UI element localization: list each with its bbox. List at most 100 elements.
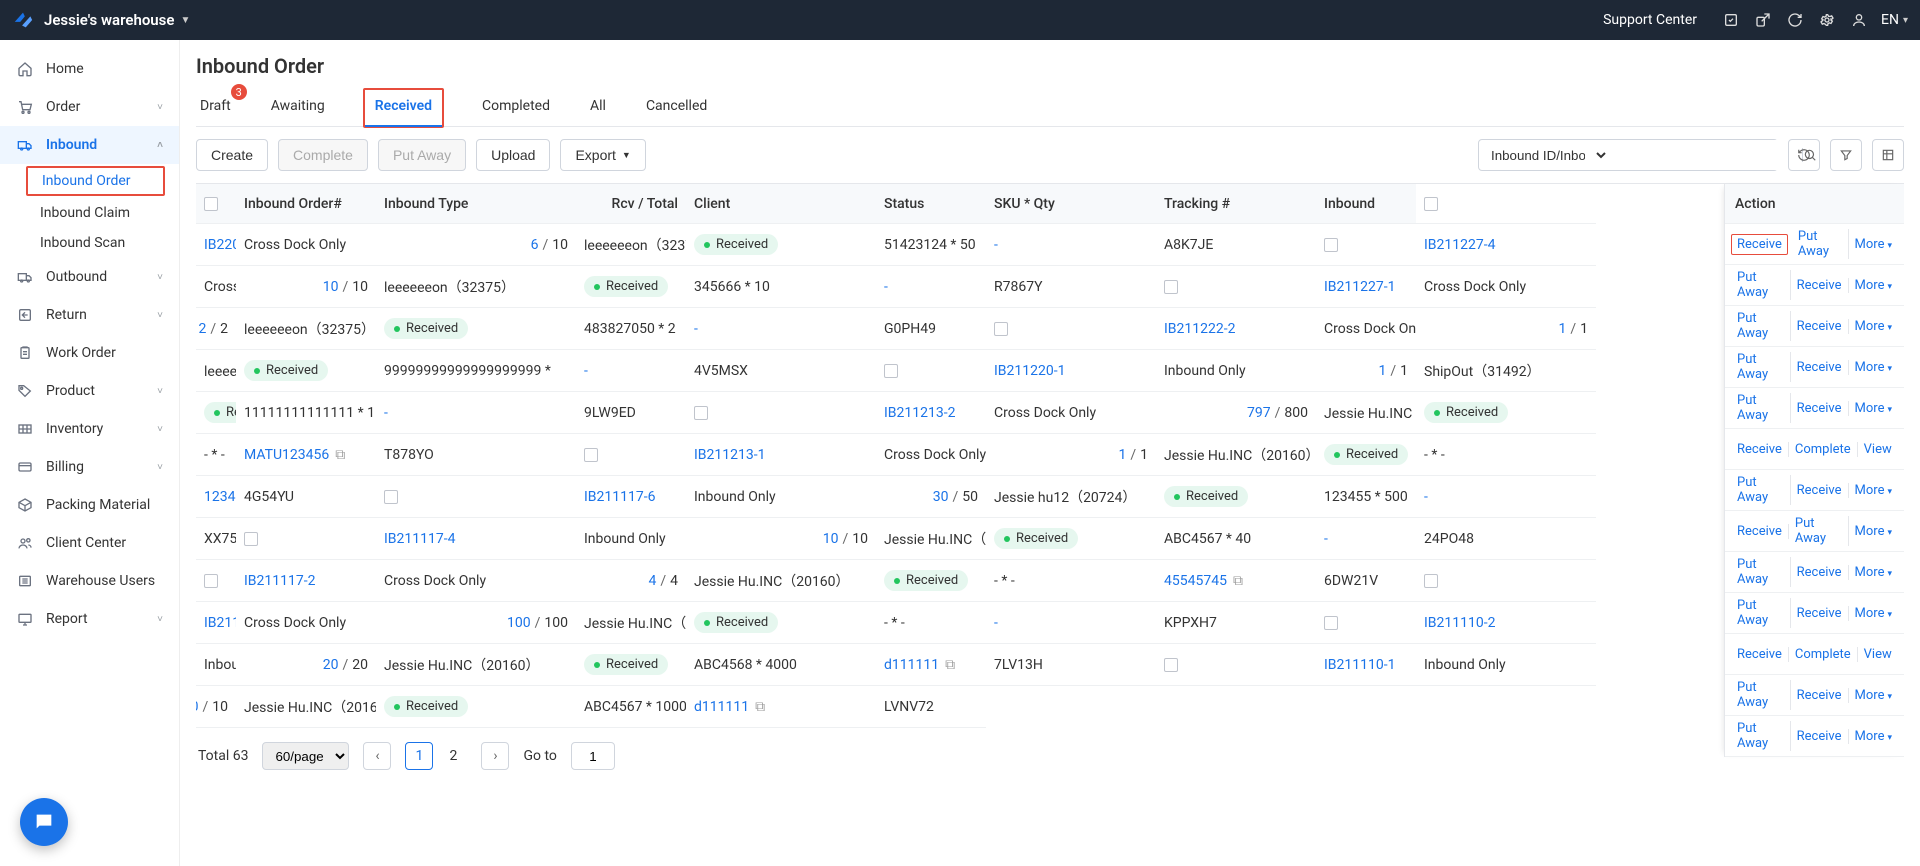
tab-all[interactable]: All — [588, 88, 608, 126]
action-receive[interactable]: Receive — [1731, 647, 1789, 662]
tab-cancelled[interactable]: Cancelled — [644, 88, 709, 126]
action-more[interactable]: More▾ — [1849, 237, 1898, 252]
page-size-select[interactable]: 60/page — [262, 742, 349, 770]
action-receive[interactable]: Receive — [1791, 483, 1849, 498]
inbound-id-link[interactable]: IB211213-2 — [884, 405, 955, 421]
action-more[interactable]: More▾ — [1849, 360, 1898, 375]
action-complete[interactable]: Complete — [1789, 442, 1858, 457]
tracking-link[interactable]: 123456 — [204, 489, 236, 505]
action-receive[interactable]: Receive — [1731, 524, 1789, 539]
tracking-link[interactable]: d111111 — [694, 699, 749, 715]
row-checkbox[interactable] — [1424, 574, 1438, 588]
action-view[interactable]: View — [1858, 647, 1898, 662]
row-checkbox[interactable] — [1324, 616, 1338, 630]
sidebar-item-warehouse-users[interactable]: Warehouse Users — [0, 562, 179, 600]
tracking-link[interactable]: MATU123456 — [244, 447, 329, 463]
row-checkbox[interactable] — [994, 322, 1008, 336]
action-receive[interactable]: Receive — [1791, 278, 1849, 293]
inbound-id-link[interactable]: IB211227-4 — [1424, 237, 1495, 253]
search-type-select[interactable]: Inbound ID/Inbour — [1479, 140, 1609, 170]
inbound-id-link[interactable]: IB211117-2 — [244, 573, 315, 589]
row-checkbox[interactable] — [384, 490, 398, 504]
gear-icon[interactable] — [1811, 12, 1843, 28]
action-receive[interactable]: Receive — [1791, 729, 1849, 744]
action-put-away[interactable]: Put Away — [1792, 229, 1849, 259]
tracking-link[interactable]: d111111 — [884, 657, 939, 673]
sidebar-item-packing-material[interactable]: Packing Material — [0, 486, 179, 524]
action-put-away[interactable]: Put Away — [1731, 352, 1791, 382]
sidebar-item-work-order[interactable]: Work Order — [0, 334, 179, 372]
row-checkbox[interactable] — [204, 574, 218, 588]
reset-icon[interactable] — [1788, 139, 1820, 171]
tab-draft[interactable]: Draft3 — [198, 88, 233, 126]
language-selector[interactable]: EN ▾ — [1881, 12, 1908, 28]
complete-button[interactable]: Complete — [278, 139, 368, 171]
row-checkbox[interactable] — [1324, 238, 1338, 252]
action-put-away[interactable]: Put Away — [1731, 557, 1791, 587]
sidebar-item-report[interactable]: Report˅ — [0, 600, 179, 638]
action-receive[interactable]: Receive — [1791, 688, 1849, 703]
inbound-id-link[interactable]: IB211117-4 — [384, 531, 455, 547]
pager-goto-input[interactable] — [571, 742, 615, 770]
sidebar-subitem-inbound-order[interactable]: Inbound Order — [26, 166, 165, 196]
sidebar-item-inventory[interactable]: Inventory˅ — [0, 410, 179, 448]
row-checkbox[interactable] — [1164, 658, 1178, 672]
action-more[interactable]: More▾ — [1849, 483, 1898, 498]
action-more[interactable]: More▾ — [1849, 729, 1898, 744]
action-more[interactable]: More▾ — [1849, 319, 1898, 334]
copy-icon[interactable]: ⧉ — [755, 699, 765, 715]
inbound-id-link[interactable]: IB211227-1 — [1324, 279, 1395, 295]
tab-awaiting[interactable]: Awaiting — [269, 88, 327, 126]
action-more[interactable]: More▾ — [1849, 606, 1898, 621]
sidebar-item-outbound[interactable]: Outbound˅ — [0, 258, 179, 296]
inbound-id-link[interactable]: IB211117-6 — [584, 489, 655, 505]
inbound-id-link[interactable]: IB211110-2 — [1424, 615, 1495, 631]
inbound-id-link[interactable]: IB220104-1 — [204, 237, 236, 253]
action-put-away[interactable]: Put Away — [1731, 680, 1791, 710]
select-all-checkbox[interactable] — [204, 197, 218, 211]
sidebar-subitem-inbound-claim[interactable]: Inbound Claim — [0, 198, 179, 228]
action-receive[interactable]: Receive — [1791, 565, 1849, 580]
sidebar-item-billing[interactable]: Billing˅ — [0, 448, 179, 486]
tab-completed[interactable]: Completed — [480, 88, 552, 126]
action-put-away[interactable]: Put Away — [1731, 270, 1791, 300]
share-icon[interactable] — [1747, 12, 1779, 28]
upload-button[interactable]: Upload — [476, 139, 550, 171]
action-put-away[interactable]: Put Away — [1731, 598, 1791, 628]
workspace-name[interactable]: Jessie's warehouse — [44, 11, 174, 29]
action-more[interactable]: More▾ — [1849, 524, 1898, 539]
support-center-link[interactable]: Support Center — [1603, 12, 1697, 28]
action-put-away[interactable]: Put Away — [1731, 393, 1791, 423]
action-receive[interactable]: Receive — [1791, 360, 1849, 375]
workspace-chevron-icon[interactable]: ▼ — [180, 15, 190, 26]
action-receive[interactable]: Receive — [1791, 319, 1849, 334]
columns-icon[interactable] — [1872, 139, 1904, 171]
edit-icon[interactable] — [1715, 12, 1747, 28]
search-input[interactable] — [1609, 140, 1802, 170]
sidebar-item-order[interactable]: Order˅ — [0, 88, 179, 126]
tab-received[interactable]: Received — [363, 88, 444, 128]
action-more[interactable]: More▾ — [1849, 401, 1898, 416]
copy-icon[interactable]: ⧉ — [1233, 573, 1243, 589]
action-put-away[interactable]: Put Away — [1731, 721, 1791, 751]
action-receive[interactable]: Receive — [1731, 442, 1789, 457]
page-number[interactable]: 2 — [439, 742, 467, 770]
inbound-id-link[interactable]: IB211222-2 — [1164, 321, 1235, 337]
pager-next[interactable]: › — [481, 742, 509, 770]
tracking-link[interactable]: 45545745 — [1164, 573, 1227, 589]
action-receive[interactable]: Receive — [1791, 606, 1849, 621]
inbound-id-link[interactable]: IB211110-1 — [1324, 657, 1395, 673]
sidebar-item-product[interactable]: Product˅ — [0, 372, 179, 410]
row-checkbox[interactable] — [244, 532, 258, 546]
filter-icon[interactable] — [1830, 139, 1862, 171]
action-more[interactable]: More▾ — [1849, 565, 1898, 580]
action-view[interactable]: View — [1858, 442, 1898, 457]
action-receive[interactable]: Receive — [1731, 234, 1788, 255]
create-button[interactable]: Create — [196, 139, 268, 171]
action-complete[interactable]: Complete — [1789, 647, 1858, 662]
action-receive[interactable]: Receive — [1791, 401, 1849, 416]
pager-prev[interactable]: ‹ — [363, 742, 391, 770]
action-more[interactable]: More▾ — [1849, 278, 1898, 293]
row-checkbox[interactable] — [694, 406, 708, 420]
sidebar-item-home[interactable]: Home — [0, 50, 179, 88]
